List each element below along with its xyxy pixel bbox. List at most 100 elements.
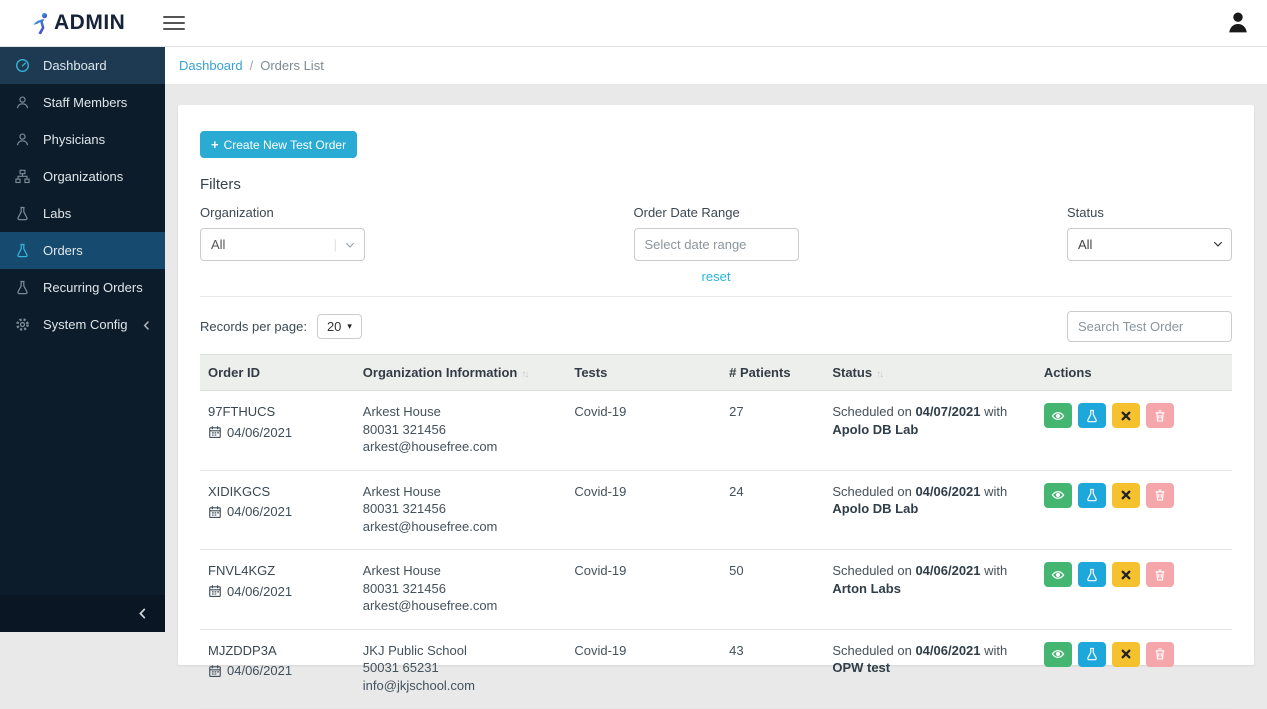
view-action-button[interactable] xyxy=(1043,482,1072,508)
filters-heading: Filters xyxy=(200,176,241,193)
user-icon xyxy=(15,132,31,148)
lab-action-button[interactable] xyxy=(1077,641,1106,667)
date-range-input[interactable] xyxy=(633,228,799,261)
app-logo: ADMIN xyxy=(30,11,125,35)
organization-select[interactable]: All | xyxy=(200,228,365,261)
tests-cell: Covid-19 xyxy=(566,629,722,709)
sidebar-item-orders[interactable]: Orders xyxy=(0,232,165,269)
eye-icon xyxy=(1051,647,1065,661)
cancel-action-button[interactable] xyxy=(1111,482,1140,508)
chevron-down-icon xyxy=(344,239,356,251)
sidebar-item-label: Organizations xyxy=(43,169,124,184)
organization-email: arkest@housefree.com xyxy=(362,439,498,454)
create-new-test-order-button[interactable]: + Create New Test Order xyxy=(200,131,358,158)
status-cell: Scheduled on 04/07/2021 with Apolo DB La… xyxy=(824,390,1036,471)
hamburger-menu-icon[interactable] xyxy=(163,12,186,34)
order-date: 04/06/2021 xyxy=(227,504,293,519)
reset-filters-link[interactable]: reset xyxy=(702,269,731,284)
trash-icon xyxy=(1153,409,1167,423)
caret-down-icon: ▾ xyxy=(347,321,352,331)
lab-action-button[interactable] xyxy=(1077,403,1106,428)
patients-cell: 27 xyxy=(721,390,825,471)
flask-icon xyxy=(1085,568,1099,582)
search-test-order-input[interactable] xyxy=(1067,311,1232,342)
column-header-organization-information[interactable]: Organization Information ↑↓ xyxy=(354,354,567,391)
column-header-label: Status xyxy=(832,365,873,380)
delete-action-button[interactable] xyxy=(1145,403,1174,428)
lab-action-button[interactable] xyxy=(1077,482,1106,508)
organization-name: JKJ Public School xyxy=(362,642,467,658)
view-action-button[interactable] xyxy=(1043,403,1072,428)
flask-icon xyxy=(1085,488,1099,502)
cancel-action-button[interactable] xyxy=(1111,641,1140,667)
breadcrumb-dashboard-link[interactable]: Dashboard xyxy=(179,58,243,73)
organization-phone: 50031 65231 xyxy=(362,660,439,675)
delete-action-button[interactable] xyxy=(1145,562,1174,587)
table-row: MJZDDP3A 04/06/2021 JKJ Public School 50… xyxy=(200,629,1232,709)
status-select[interactable]: All xyxy=(1067,228,1232,261)
delete-action-button[interactable] xyxy=(1145,641,1174,667)
lab-action-button[interactable] xyxy=(1077,562,1106,587)
patients-cell: 50 xyxy=(721,549,825,630)
breadcrumb: Dashboard / Orders List xyxy=(165,47,1267,85)
organization-name: Arkest House xyxy=(362,404,441,419)
records-per-page-value: 20 xyxy=(326,319,342,334)
view-action-button[interactable] xyxy=(1043,562,1072,587)
records-per-page-dropdown[interactable]: 20 ▾ xyxy=(316,314,362,339)
dashboard-icon xyxy=(15,58,31,74)
logo-person-icon xyxy=(33,13,48,35)
brand-name: ADMIN xyxy=(54,11,126,34)
x-icon xyxy=(1119,647,1133,661)
cancel-action-button[interactable] xyxy=(1111,562,1140,587)
order-id: MJZDDP3A xyxy=(208,642,277,658)
sidebar-item-labs[interactable]: Labs xyxy=(0,195,165,232)
sidebar-item-staff-members[interactable]: Staff Members xyxy=(0,84,165,121)
table-row: XIDIKGCS 04/06/2021 Arkest House 80031 3… xyxy=(200,470,1232,550)
tests-cell: Covid-19 xyxy=(566,549,722,630)
delete-action-button[interactable] xyxy=(1145,482,1174,508)
view-action-button[interactable] xyxy=(1043,641,1072,667)
actions-cell xyxy=(1035,549,1232,630)
organization-filter: Organization All | xyxy=(200,205,365,286)
user-icon xyxy=(15,95,31,111)
trash-icon xyxy=(1153,647,1167,661)
sidebar-collapse-button[interactable] xyxy=(0,595,165,632)
order-date: 04/06/2021 xyxy=(227,424,293,440)
column-header-status[interactable]: Status ↑↓ xyxy=(824,354,1036,391)
table-row: 97FTHUCS 04/06/2021 Arkest House 80031 3… xyxy=(200,390,1232,471)
sidebar-item-dashboard[interactable]: Dashboard xyxy=(0,47,165,84)
user-avatar-icon[interactable] xyxy=(1225,10,1251,36)
sidebar-item-system-config[interactable]: System Config xyxy=(0,306,165,343)
status-filter: Status All xyxy=(1067,205,1232,286)
breadcrumb-current-page: Orders List xyxy=(260,58,324,73)
organization-email: info@jkjschool.com xyxy=(362,677,475,693)
sidebar-item-label: Physicians xyxy=(43,132,106,147)
order-date: 04/06/2021 xyxy=(227,663,293,678)
list-controls: Records per page: 20 ▾ xyxy=(200,311,1232,342)
order-id: 97FTHUCS xyxy=(208,404,276,419)
main-content: + Create New Test Order Filters Organiza… xyxy=(165,85,1267,709)
sidebar-item-physicians[interactable]: Physicians xyxy=(0,121,165,158)
orders-table: Order ID Organization Information ↑↓ Tests #… xyxy=(200,354,1232,709)
actions-cell xyxy=(1035,629,1232,709)
organization-phone: 80031 321456 xyxy=(362,580,446,596)
calendar-icon xyxy=(208,584,222,598)
column-header-order-id: Order ID xyxy=(200,354,355,391)
x-icon xyxy=(1119,488,1133,502)
sort-icon: ↑↓ xyxy=(521,369,529,380)
table-row: FNVL4KGZ 04/06/2021 Arkest House 80031 3… xyxy=(200,549,1232,630)
tests-cell: Covid-19 xyxy=(566,390,722,471)
sitemap-icon xyxy=(15,169,31,185)
actions-cell xyxy=(1035,390,1232,471)
sidebar-item-organizations[interactable]: Organizations xyxy=(0,158,165,195)
status-cell: Scheduled on 04/06/2021 with OPW test xyxy=(824,629,1036,709)
column-header-tests: Tests xyxy=(566,354,722,391)
flask-icon xyxy=(15,280,31,296)
status-cell: Scheduled on 04/06/2021 with Apolo DB La… xyxy=(824,470,1036,550)
cancel-action-button[interactable] xyxy=(1111,403,1140,428)
calendar-icon xyxy=(208,505,222,519)
order-date: 04/06/2021 xyxy=(227,583,293,599)
flask-icon xyxy=(15,243,31,259)
x-icon xyxy=(1119,409,1133,423)
sidebar-item-recurring-orders[interactable]: Recurring Orders xyxy=(0,269,165,306)
